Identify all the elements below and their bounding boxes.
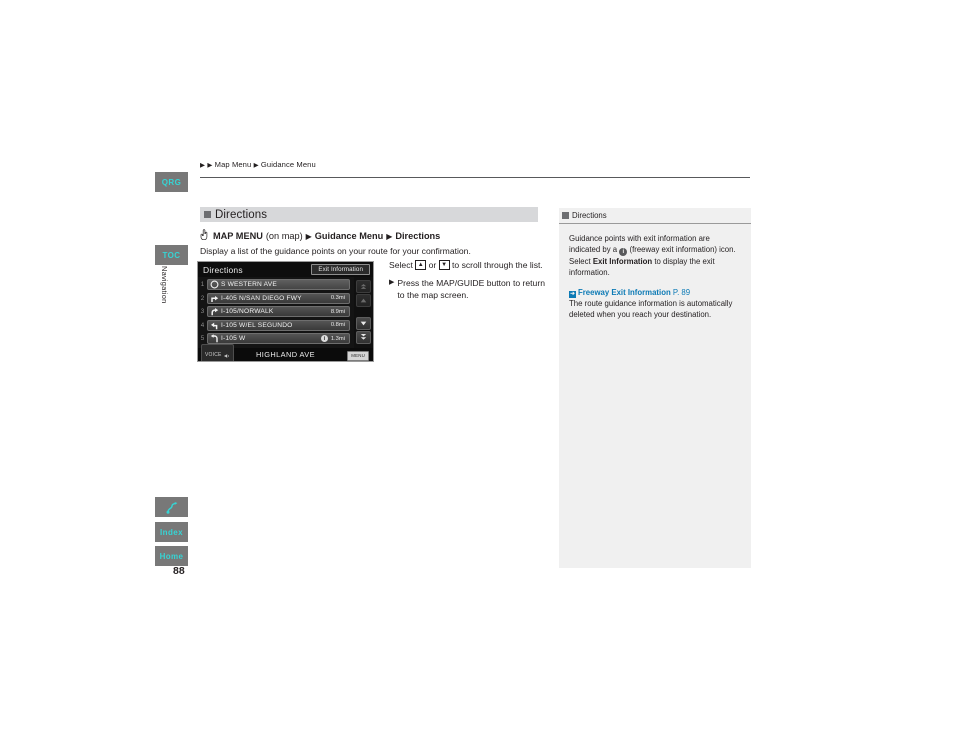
row-distance: 8.9mi bbox=[330, 308, 345, 315]
breadcrumb-caret-icon-2: ▶ bbox=[207, 161, 213, 169]
scroll-instruction-post: to scroll through the list. bbox=[452, 260, 543, 270]
note-p1-bold: Exit Information bbox=[592, 257, 653, 266]
menu-path-directions: Directions bbox=[395, 231, 441, 241]
map-guide-instruction: ▶ Press the MAP/GUIDE button to return t… bbox=[389, 277, 549, 301]
nav-screen-title: Directions bbox=[203, 264, 243, 275]
intro-paragraph: Display a list of the guidance points on… bbox=[200, 246, 471, 256]
row-number: 5 bbox=[200, 335, 205, 343]
sidebar-tab-qrg-label: QRG bbox=[161, 177, 182, 187]
double-down-icon[interactable] bbox=[356, 331, 371, 344]
menu-button[interactable]: MENU bbox=[347, 350, 369, 361]
section-heading: Directions bbox=[200, 207, 538, 222]
uturn-left-icon bbox=[208, 334, 221, 343]
up-arrow-keycap-icon: ▲ bbox=[415, 259, 427, 270]
row-number: 3 bbox=[200, 308, 205, 316]
sidebar-tab-index-label: Index bbox=[160, 527, 183, 537]
page-number: 88 bbox=[173, 565, 185, 577]
row-distance: 0.3mi bbox=[330, 295, 345, 302]
cross-reference-icon: ➔ bbox=[569, 291, 576, 298]
breadcrumb-caret-icon: ▶ bbox=[200, 161, 206, 169]
notes-panel-body: Guidance points with exit information ar… bbox=[559, 224, 751, 320]
turn-left-icon bbox=[208, 321, 221, 330]
route-icon bbox=[165, 501, 179, 514]
cross-reference-link[interactable]: ➔ Freeway Exit Information P. 89 bbox=[569, 288, 691, 298]
section-bullet-icon bbox=[204, 211, 211, 218]
row-label: I-405 N/SAN DIEGO FWY bbox=[221, 294, 302, 302]
section-rail-label: Navigation bbox=[160, 266, 169, 304]
scroll-rail bbox=[354, 277, 373, 348]
menu-path-note: (on map) bbox=[265, 231, 303, 241]
hand-press-icon bbox=[200, 229, 210, 243]
row-number: 4 bbox=[200, 321, 205, 329]
row-pill[interactable]: I-105/NORWALK 8.9mi bbox=[207, 306, 350, 318]
row-pill[interactable]: I-405 N/SAN DIEGO FWY 0.3mi bbox=[207, 292, 350, 304]
sidebar-tab-home-label: Home bbox=[159, 551, 184, 561]
notes-panel-header: Directions bbox=[559, 208, 751, 224]
sidebar-tab-route[interactable] bbox=[155, 497, 188, 517]
down-arrow-icon[interactable] bbox=[356, 317, 371, 330]
navigation-screen-figure: Directions Exit Information 1 S WESTERN … bbox=[197, 261, 374, 362]
row-distance: 1.3mi bbox=[330, 335, 345, 342]
curve-right-icon bbox=[208, 307, 221, 316]
row-pill[interactable]: I-105 W/EL SEGUNDO 0.8mi bbox=[207, 319, 350, 331]
table-row[interactable]: 4 I-105 W/EL SEGUNDO 0.8mi bbox=[198, 319, 373, 332]
map-guide-instruction-text: Press the MAP/GUIDE button to return to … bbox=[397, 278, 545, 300]
exit-information-button[interactable]: Exit Information bbox=[311, 264, 370, 275]
notes-panel: Directions Guidance points with exit inf… bbox=[559, 208, 751, 568]
row-pill[interactable]: S WESTERN AVE bbox=[207, 279, 350, 291]
note-paragraph-1: Guidance points with exit information ar… bbox=[569, 233, 741, 278]
page-title: Directions bbox=[215, 208, 268, 221]
nav-bottom-bar: VOICE HIGHLAND AVE MENU bbox=[198, 343, 373, 361]
breadcrumb-item-guidance-menu: Guidance Menu bbox=[260, 160, 316, 169]
note-paragraph-2: The route guidance information is automa… bbox=[569, 299, 733, 319]
double-up-icon[interactable] bbox=[356, 280, 371, 293]
notes-badge-icon bbox=[562, 212, 569, 219]
sidebar-tab-toc[interactable]: TOC bbox=[155, 245, 188, 265]
row-label: S WESTERN AVE bbox=[221, 281, 277, 289]
down-arrow-keycap-icon: ▼ bbox=[438, 259, 450, 270]
cross-reference-label: Freeway Exit Information bbox=[578, 288, 671, 297]
row-distance: 0.8mi bbox=[330, 322, 345, 329]
menu-path-map-menu: MAP MENU bbox=[213, 231, 263, 241]
scroll-instruction-mid: or bbox=[428, 260, 437, 270]
breadcrumb-item-map-menu: Map Menu bbox=[214, 160, 252, 169]
up-arrow-icon[interactable] bbox=[356, 294, 371, 307]
scroll-instruction: Select ▲ or ▼ to scroll through the list… bbox=[389, 259, 549, 271]
freeway-exit-info-icon: i bbox=[320, 335, 328, 343]
scroll-instruction-pre: Select bbox=[389, 260, 413, 270]
breadcrumb-caret-icon-3: ▶ bbox=[253, 161, 259, 169]
menu-path-caret-icon-2: ▶ bbox=[386, 231, 393, 241]
row-label: I-105 W bbox=[221, 335, 246, 343]
nav-title-bar: Directions Exit Information bbox=[198, 262, 373, 277]
circle-start-icon bbox=[208, 280, 221, 289]
breadcrumb: ▶ ▶ Map Menu ▶ Guidance Menu bbox=[200, 160, 316, 169]
sidebar-tab-qrg[interactable]: QRG bbox=[155, 172, 188, 192]
notes-panel-title: Directions bbox=[572, 211, 607, 220]
table-row[interactable]: 1 S WESTERN AVE bbox=[198, 278, 373, 291]
table-row[interactable]: 3 I-105/NORWALK 8.9mi bbox=[198, 305, 373, 318]
nav-directions-list: 1 S WESTERN AVE 2 I-405 N/SAN DIEGO FWY … bbox=[198, 277, 373, 348]
table-row[interactable]: 2 I-405 N/SAN DIEGO FWY 0.3mi bbox=[198, 292, 373, 305]
header-divider bbox=[200, 177, 750, 178]
row-number: 2 bbox=[200, 294, 205, 302]
bullet-caret-icon: ▶ bbox=[389, 279, 395, 286]
menu-path: MAP MENU (on map) ▶ Guidance Menu ▶ Dire… bbox=[200, 229, 440, 243]
menu-path-guidance-menu: Guidance Menu bbox=[314, 231, 384, 241]
instructions-column: Select ▲ or ▼ to scroll through the list… bbox=[389, 259, 549, 301]
row-pill[interactable]: I-105 W i 1.3mi bbox=[207, 333, 350, 345]
sidebar-tab-index[interactable]: Index bbox=[155, 522, 188, 542]
freeway-exit-info-icon-inline: i bbox=[619, 248, 628, 256]
row-number: 1 bbox=[200, 281, 205, 289]
cross-reference-page: P. 89 bbox=[672, 288, 691, 297]
row-label: I-105/NORWALK bbox=[221, 308, 274, 316]
turn-right-icon bbox=[208, 294, 221, 303]
sidebar-tab-toc-label: TOC bbox=[162, 250, 181, 260]
row-label: I-105 W/EL SEGUNDO bbox=[221, 321, 293, 329]
sidebar-tab-home[interactable]: Home bbox=[155, 546, 188, 566]
menu-path-caret-icon-1: ▶ bbox=[305, 231, 312, 241]
